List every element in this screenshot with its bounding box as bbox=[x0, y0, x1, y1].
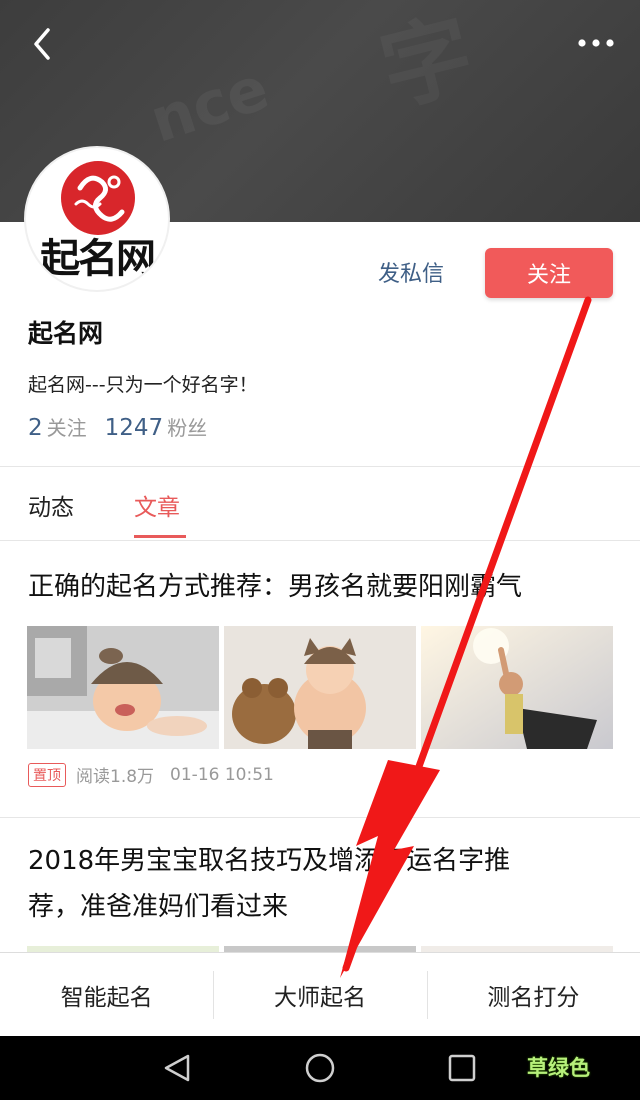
article-title-2-line2: 荐，准爸准妈们看过来 bbox=[28, 892, 289, 922]
following-count[interactable]: 2 bbox=[28, 415, 43, 441]
avatar[interactable]: 起名网 bbox=[24, 146, 170, 292]
chevron-left-icon bbox=[34, 28, 50, 60]
square-recents-icon[interactable] bbox=[444, 1050, 480, 1086]
banner-background-pattern: nce bbox=[142, 53, 277, 157]
send-message-button[interactable]: 发私信 bbox=[378, 256, 444, 288]
avatar-logo-text: 起名网 bbox=[40, 235, 156, 282]
corner-watermark: 草绿色 bbox=[527, 1056, 590, 1080]
banner-background-pattern-2: 字 bbox=[366, 0, 485, 129]
article-thumbnail-baby-bear[interactable] bbox=[224, 626, 416, 749]
circle-home-icon[interactable] bbox=[302, 1050, 338, 1086]
article-thumbnail-superhero-kid[interactable] bbox=[421, 626, 613, 749]
back-button[interactable] bbox=[22, 24, 62, 64]
nav-master-naming[interactable]: 大师起名 bbox=[213, 953, 426, 1036]
bottom-navigation: 智能起名 大师起名 测名打分 bbox=[0, 952, 640, 1036]
tabs-divider bbox=[0, 540, 640, 541]
tab-articles[interactable]: 文章 bbox=[134, 488, 180, 522]
article-meta: 置顶 阅读1.8万 01-16 10:51 bbox=[28, 762, 274, 787]
article-divider bbox=[0, 817, 640, 818]
following-label[interactable]: 关注 bbox=[47, 416, 87, 440]
article-title-2-line1: 2018年男宝宝取名技巧及增添好运名字推 bbox=[28, 846, 511, 876]
follow-button[interactable]: 关注 bbox=[485, 248, 613, 298]
profile-stats: 2 关注 1247 粉丝 bbox=[28, 412, 225, 441]
article-read-count: 阅读1.8万 bbox=[76, 767, 155, 787]
article-thumbnail-baby-hat[interactable] bbox=[27, 626, 219, 749]
followers-count[interactable]: 1247 bbox=[105, 415, 164, 441]
profile-divider bbox=[0, 466, 640, 467]
followers-label[interactable]: 粉丝 bbox=[167, 416, 207, 440]
profile-bio: 起名网---只为一个好名字！ bbox=[28, 374, 258, 396]
triangle-back-icon[interactable] bbox=[160, 1050, 196, 1086]
more-button[interactable] bbox=[574, 28, 618, 58]
nav-smart-naming[interactable]: 智能起名 bbox=[0, 953, 213, 1036]
article-title[interactable]: 正确的起名方式推荐：男孩名就要阳刚霸气 bbox=[28, 564, 618, 610]
profile-name: 起名网 bbox=[28, 319, 104, 348]
more-horizontal-icon bbox=[578, 39, 614, 47]
tab-dynamics[interactable]: 动态 bbox=[28, 488, 74, 522]
nav-name-scoring[interactable]: 测名打分 bbox=[426, 953, 640, 1036]
article-title-2[interactable]: 2018年男宝宝取名技巧及增添好运名字推 荐，准爸准妈们看过来 bbox=[28, 838, 618, 930]
article-timestamp: 01-16 10:51 bbox=[170, 764, 274, 785]
active-tab-indicator bbox=[134, 535, 186, 538]
pinned-badge: 置顶 bbox=[28, 762, 66, 787]
